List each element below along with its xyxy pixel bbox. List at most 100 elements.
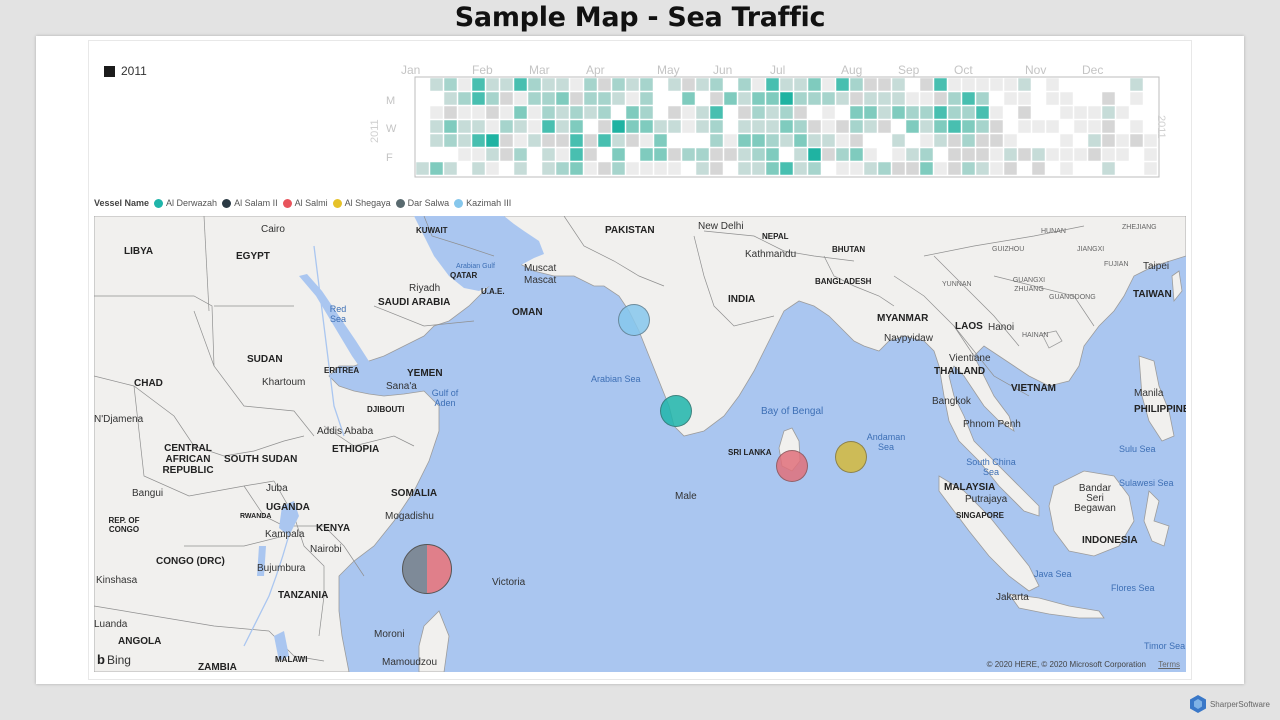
calendar-day-cell[interactable] [835, 133, 850, 148]
calendar-day-cell[interactable] [583, 161, 598, 176]
calendar-day-cell[interactable] [975, 119, 990, 134]
calendar-day-cell[interactable] [1003, 133, 1018, 148]
calendar-day-cell[interactable] [821, 161, 836, 176]
calendar-day-cell[interactable] [891, 77, 906, 92]
calendar-day-cell[interactable] [793, 77, 808, 92]
calendar-day-cell[interactable] [1031, 119, 1046, 134]
calendar-day-cell[interactable] [1045, 147, 1060, 162]
calendar-day-cell[interactable] [1017, 161, 1032, 176]
calendar-day-cell[interactable] [1003, 147, 1018, 162]
calendar-day-cell[interactable] [709, 105, 724, 120]
calendar-day-cell[interactable] [625, 105, 640, 120]
calendar-day-cell[interactable] [1031, 133, 1046, 148]
calendar-day-cell[interactable] [961, 119, 976, 134]
calendar-day-cell[interactable] [737, 133, 752, 148]
calendar-day-cell[interactable] [639, 147, 654, 162]
calendar-day-cell[interactable] [681, 119, 696, 134]
calendar-day-cell[interactable] [541, 119, 556, 134]
calendar-day-cell[interactable] [1143, 161, 1158, 176]
calendar-day-cell[interactable] [863, 77, 878, 92]
calendar-day-cell[interactable] [905, 105, 920, 120]
calendar-day-cell[interactable] [905, 133, 920, 148]
calendar-heatmap[interactable]: Jan Feb Mar Apr May Jun Jul Aug Sep Oct … [361, 56, 1191, 206]
calendar-day-cell[interactable] [639, 119, 654, 134]
calendar-day-cell[interactable] [541, 105, 556, 120]
calendar-day-cell[interactable] [779, 161, 794, 176]
calendar-day-cell[interactable] [583, 91, 598, 106]
calendar-day-cell[interactable] [625, 91, 640, 106]
calendar-day-cell[interactable] [723, 147, 738, 162]
calendar-day-cell[interactable] [989, 147, 1004, 162]
calendar-day-cell[interactable] [583, 133, 598, 148]
calendar-day-cell[interactable] [681, 91, 696, 106]
calendar-day-cell[interactable] [597, 77, 612, 92]
calendar-day-cell[interactable] [499, 119, 514, 134]
calendar-day-cell[interactable] [667, 91, 682, 106]
calendar-day-cell[interactable] [639, 133, 654, 148]
calendar-day-cell[interactable] [527, 147, 542, 162]
calendar-day-cell[interactable] [471, 147, 486, 162]
calendar-day-cell[interactable] [471, 77, 486, 92]
calendar-day-cell[interactable] [443, 105, 458, 120]
calendar-day-cell[interactable] [1045, 133, 1060, 148]
calendar-day-cell[interactable] [611, 147, 626, 162]
calendar-day-cell[interactable] [737, 91, 752, 106]
calendar-day-cell[interactable] [653, 147, 668, 162]
calendar-day-cell[interactable] [653, 133, 668, 148]
calendar-day-cell[interactable] [513, 91, 528, 106]
calendar-day-cell[interactable] [1143, 91, 1158, 106]
calendar-day-cell[interactable] [485, 105, 500, 120]
calendar-day-cell[interactable] [793, 133, 808, 148]
calendar-day-cell[interactable] [709, 147, 724, 162]
calendar-day-cell[interactable] [541, 133, 556, 148]
calendar-day-cell[interactable] [499, 91, 514, 106]
calendar-day-cell[interactable] [1101, 105, 1116, 120]
calendar-day-cell[interactable] [849, 161, 864, 176]
calendar-day-cell[interactable] [975, 133, 990, 148]
calendar-day-cell[interactable] [709, 133, 724, 148]
calendar-day-cell[interactable] [667, 119, 682, 134]
calendar-day-cell[interactable] [751, 147, 766, 162]
calendar-day-cell[interactable] [527, 119, 542, 134]
calendar-day-cell[interactable] [961, 147, 976, 162]
calendar-day-cell[interactable] [751, 119, 766, 134]
calendar-day-cell[interactable] [1073, 91, 1088, 106]
calendar-day-cell[interactable] [443, 119, 458, 134]
calendar-day-cell[interactable] [989, 105, 1004, 120]
calendar-day-cell[interactable] [1115, 147, 1130, 162]
calendar-day-cell[interactable] [1129, 147, 1144, 162]
calendar-day-cell[interactable] [1129, 91, 1144, 106]
calendar-day-cell[interactable] [513, 133, 528, 148]
calendar-day-cell[interactable] [541, 147, 556, 162]
calendar-day-cell[interactable] [821, 91, 836, 106]
calendar-day-cell[interactable] [807, 77, 822, 92]
calendar-day-cell[interactable] [499, 161, 514, 176]
calendar-day-cell[interactable] [793, 105, 808, 120]
calendar-day-cell[interactable] [485, 119, 500, 134]
calendar-day-cell[interactable] [863, 119, 878, 134]
calendar-day-cell[interactable] [1101, 91, 1116, 106]
calendar-day-cell[interactable] [667, 77, 682, 92]
calendar-day-cell[interactable] [779, 105, 794, 120]
calendar-day-cell[interactable] [1129, 119, 1144, 134]
calendar-day-cell[interactable] [667, 161, 682, 176]
calendar-day-cell[interactable] [1115, 77, 1130, 92]
calendar-day-cell[interactable] [527, 77, 542, 92]
calendar-day-cell[interactable] [1073, 133, 1088, 148]
calendar-day-cell[interactable] [555, 147, 570, 162]
calendar-day-cell[interactable] [905, 161, 920, 176]
calendar-day-cell[interactable] [905, 91, 920, 106]
calendar-day-cell[interactable] [877, 133, 892, 148]
calendar-day-cell[interactable] [429, 77, 444, 92]
calendar-day-cell[interactable] [1073, 161, 1088, 176]
calendar-day-cell[interactable] [737, 161, 752, 176]
calendar-day-cell[interactable] [1059, 77, 1074, 92]
calendar-day-cell[interactable] [471, 133, 486, 148]
calendar-day-cell[interactable] [597, 91, 612, 106]
calendar-day-cell[interactable] [415, 161, 430, 176]
calendar-day-cell[interactable] [891, 91, 906, 106]
calendar-day-cell[interactable] [849, 77, 864, 92]
calendar-day-cell[interactable] [933, 147, 948, 162]
calendar-day-cell[interactable] [989, 91, 1004, 106]
calendar-day-cell[interactable] [1059, 161, 1074, 176]
